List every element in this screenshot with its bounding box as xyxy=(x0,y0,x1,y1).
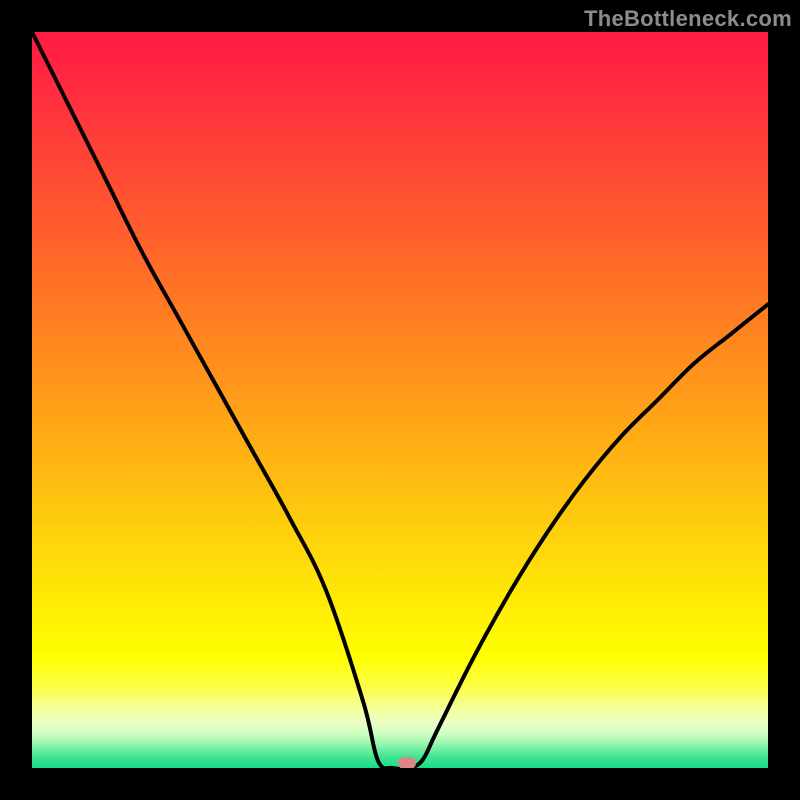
watermark-text: TheBottleneck.com xyxy=(584,6,792,32)
plot-area xyxy=(32,32,768,768)
optimal-point-marker xyxy=(398,757,416,768)
chart-frame: TheBottleneck.com xyxy=(0,0,800,800)
bottleneck-curve xyxy=(32,32,768,768)
